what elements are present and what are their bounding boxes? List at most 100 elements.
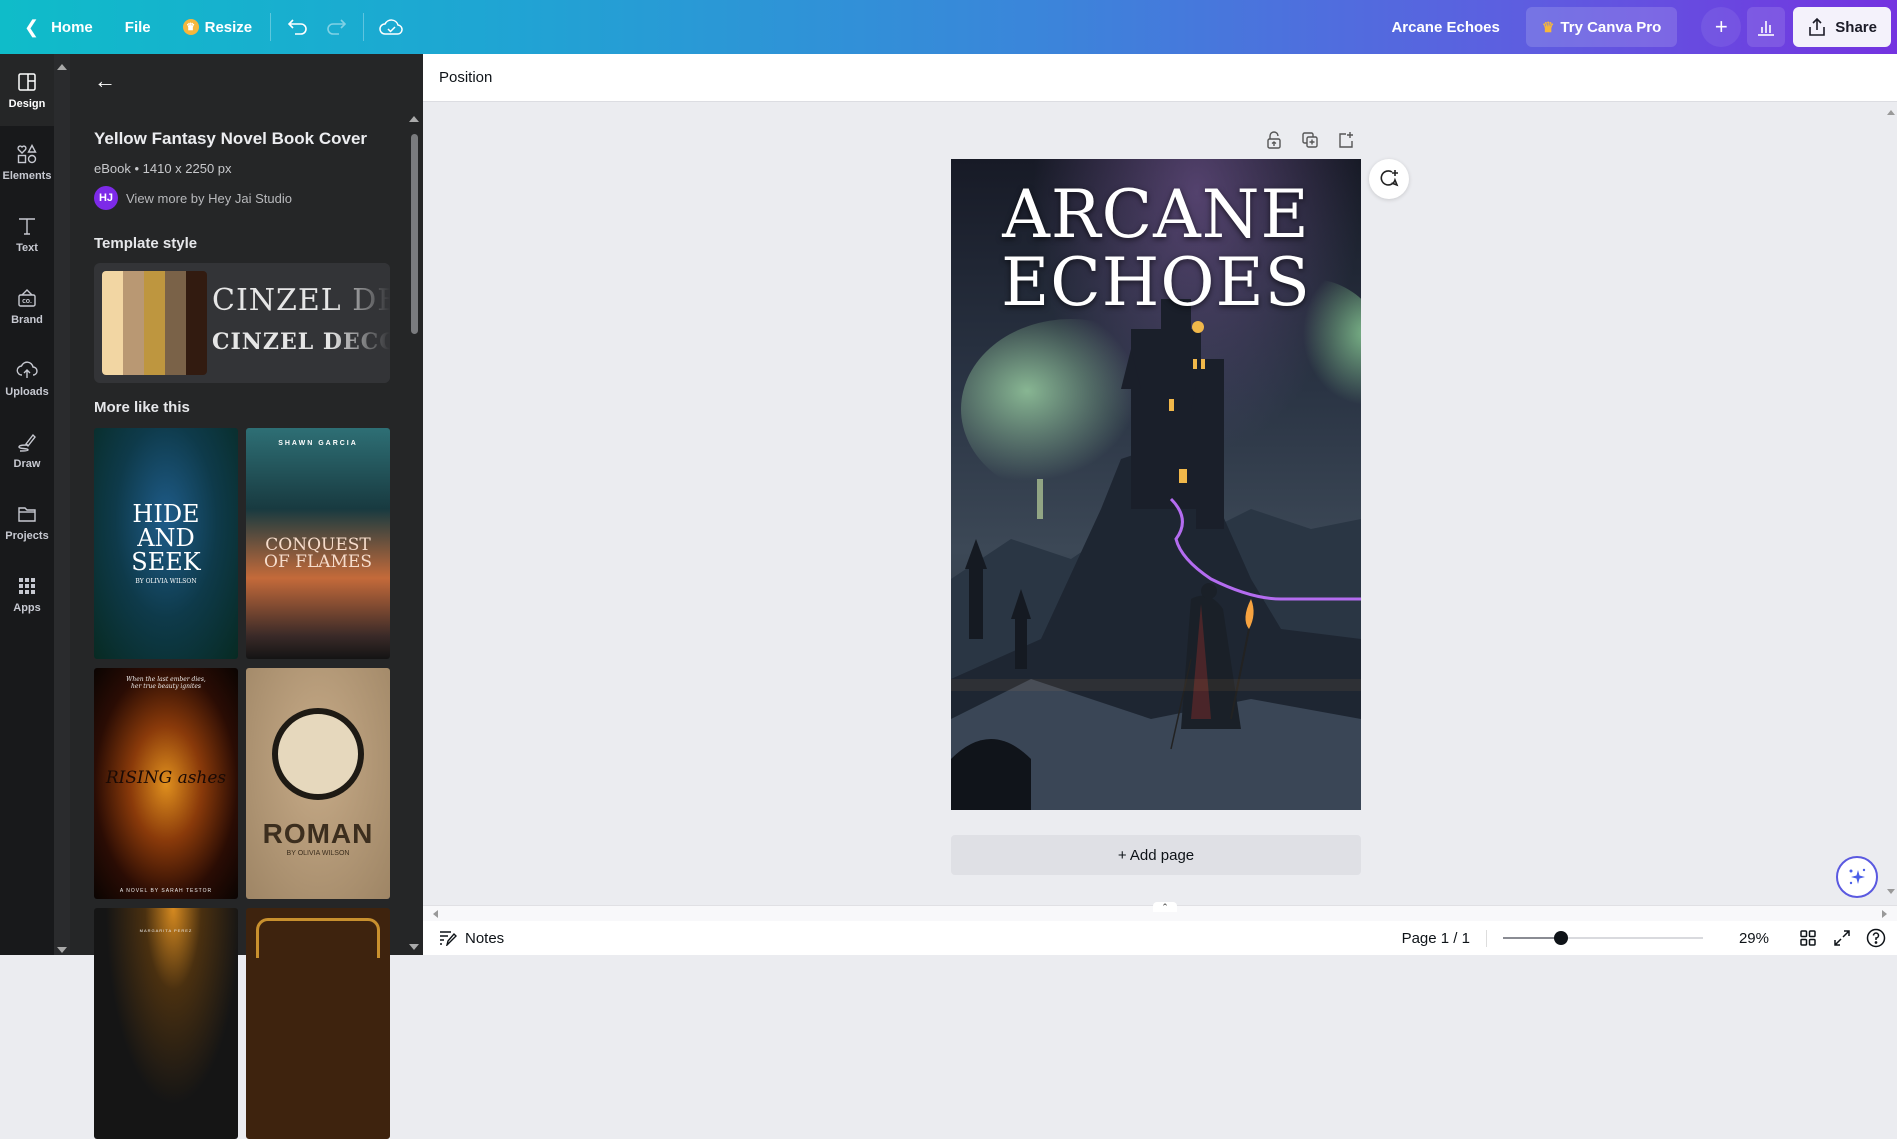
template-thumbnail[interactable]: ROMAN BY OLIVIA WILSON xyxy=(246,668,390,899)
grid-view-button[interactable] xyxy=(1791,923,1825,953)
svg-text:CO.: CO. xyxy=(22,299,32,305)
more-like-this-heading: More like this xyxy=(94,399,190,416)
cloud-save-button[interactable] xyxy=(372,9,410,45)
rail-scrollbar[interactable] xyxy=(54,54,70,955)
rail-item-brand[interactable]: CO. Brand xyxy=(0,270,54,342)
color-swatch[interactable] xyxy=(102,271,123,375)
rail-item-text[interactable]: Text xyxy=(0,198,54,270)
thumbnail-title: ROMAN xyxy=(262,818,374,849)
template-meta: eBook • 1410 x 2250 px xyxy=(94,161,232,176)
view-more-author-link[interactable]: HJ View more by Hey Jai Studio xyxy=(94,186,292,210)
try-canva-pro-button[interactable]: ♛ Try Canva Pro xyxy=(1525,7,1678,47)
top-bar: ❮ Home File ♛ Resize Arcane Echoes ♛ Try… xyxy=(0,0,1897,54)
thumbnail-subtitle: BY OLIVIA WILSON xyxy=(286,850,350,857)
show-pages-toggle[interactable]: ⌃ xyxy=(1153,902,1177,912)
add-page-icon-button[interactable] xyxy=(1334,128,1358,152)
cloud-upload-icon xyxy=(16,360,38,378)
template-thumbnail[interactable]: HIDE AND SEEK BY OLIVIA WILSON xyxy=(94,428,238,659)
template-thumbnail[interactable]: SHAWN GARCIA CONQUEST OF FLAMES THE LEGE… xyxy=(246,428,390,659)
layout-icon xyxy=(18,72,36,91)
file-label: File xyxy=(124,18,151,36)
undo-button[interactable] xyxy=(279,9,317,45)
template-title: Yellow Fantasy Novel Book Cover xyxy=(94,129,368,148)
panel-scrollbar[interactable] xyxy=(408,114,420,955)
scroll-up-arrow-icon[interactable] xyxy=(1887,110,1895,115)
position-button[interactable]: Position xyxy=(439,69,492,86)
rail-label: Apps xyxy=(13,601,41,614)
sparkle-icon xyxy=(1849,868,1866,885)
share-button[interactable]: Share xyxy=(1793,7,1891,47)
share-upload-icon xyxy=(1809,17,1826,36)
lock-page-button[interactable] xyxy=(1262,128,1286,152)
try-pro-label: Try Canva Pro xyxy=(1560,18,1662,36)
page-indicator[interactable]: Page 1 / 1 xyxy=(1402,929,1487,947)
zoom-slider[interactable] xyxy=(1502,928,1703,948)
scroll-down-arrow-icon[interactable] xyxy=(57,947,67,953)
rail-item-apps[interactable]: Apps xyxy=(0,558,54,630)
file-menu-button[interactable]: File xyxy=(115,9,161,45)
notes-label: Notes xyxy=(465,929,505,947)
rail-label: Elements xyxy=(2,169,52,182)
scroll-up-arrow-icon[interactable] xyxy=(409,116,419,122)
color-swatch[interactable] xyxy=(144,271,165,375)
document-title[interactable]: Arcane Echoes xyxy=(1391,19,1499,36)
template-style-card[interactable]: CINZEL DEC CINZEL DECOR xyxy=(94,263,390,383)
color-swatch[interactable] xyxy=(123,271,144,375)
magic-assistant-button[interactable] xyxy=(1836,856,1878,898)
redo-button[interactable] xyxy=(317,9,355,45)
zoom-slider-knob[interactable] xyxy=(1553,931,1568,945)
template-style-heading: Template style xyxy=(94,235,198,252)
canvas-vertical-scrollbar[interactable] xyxy=(1884,102,1897,902)
insights-button[interactable] xyxy=(1747,7,1786,47)
zoom-percentage[interactable]: 29% xyxy=(1739,930,1769,947)
help-button[interactable] xyxy=(1859,923,1893,953)
thumbnail-top-text: SHAWN GARCIA xyxy=(278,440,358,447)
scroll-right-arrow-icon[interactable] xyxy=(1882,910,1887,918)
cover-title[interactable]: ARCANE ECHOES xyxy=(951,181,1361,317)
author-link-label: View more by Hey Jai Studio xyxy=(126,190,292,206)
pen-icon xyxy=(18,433,36,452)
template-thumbnail[interactable]: When the last ember dies, her true beaut… xyxy=(94,668,238,899)
rail-item-projects[interactable]: Projects xyxy=(0,486,54,558)
duplicate-page-button[interactable] xyxy=(1298,128,1322,152)
rail-item-draw[interactable]: Draw xyxy=(0,414,54,486)
scroll-down-arrow-icon[interactable] xyxy=(409,944,419,950)
add-comment-button[interactable] xyxy=(1369,159,1409,199)
notes-button[interactable]: Notes xyxy=(439,930,504,947)
rail-label: Projects xyxy=(5,529,49,542)
rail-label: Design xyxy=(8,97,46,110)
resize-button[interactable]: ♛ Resize xyxy=(173,9,263,45)
color-swatch[interactable] xyxy=(186,271,207,375)
scroll-left-arrow-icon[interactable] xyxy=(433,910,438,918)
rail-item-uploads[interactable]: Uploads xyxy=(0,342,54,414)
color-swatch[interactable] xyxy=(165,271,186,375)
bottom-bar: Notes Page 1 / 1 29% xyxy=(423,921,1897,955)
context-toolbar: Position xyxy=(423,54,1897,102)
plus-icon: + xyxy=(1714,14,1728,39)
fullscreen-button[interactable] xyxy=(1825,923,1859,953)
avatar: HJ xyxy=(94,186,118,210)
scroll-down-arrow-icon[interactable] xyxy=(1887,889,1895,894)
rail-item-design[interactable]: Design xyxy=(0,54,54,126)
scroll-thumb[interactable] xyxy=(411,134,418,334)
cover-title-line-2: ECHOES xyxy=(1001,244,1311,321)
template-thumbnail[interactable] xyxy=(246,908,390,1139)
page-tools xyxy=(1262,128,1358,152)
comment-plus-icon xyxy=(1380,170,1399,187)
apps-grid-icon xyxy=(19,577,35,594)
rail-item-elements[interactable]: Elements xyxy=(0,126,54,198)
design-page[interactable]: ARCANE ECHOES xyxy=(951,159,1361,810)
home-button[interactable]: ❮ Home xyxy=(14,9,103,45)
canvas-horizontal-scrollbar[interactable]: ⌃ xyxy=(423,902,1897,921)
duplicate-icon xyxy=(1302,132,1318,148)
undo-icon xyxy=(288,19,307,35)
add-page-button[interactable]: + Add page xyxy=(951,835,1361,875)
cover-title-line-1: ARCANE xyxy=(1002,176,1310,253)
template-thumbnail[interactable]: MARGARITA PEREZ xyxy=(94,908,238,1139)
text-icon xyxy=(19,217,35,235)
crown-icon: ♛ xyxy=(1541,18,1555,35)
back-arrow-icon[interactable]: ← xyxy=(94,68,116,94)
folder-icon xyxy=(18,506,36,522)
scroll-up-arrow-icon[interactable] xyxy=(57,64,67,70)
add-collaborator-button[interactable]: + xyxy=(1701,7,1742,47)
